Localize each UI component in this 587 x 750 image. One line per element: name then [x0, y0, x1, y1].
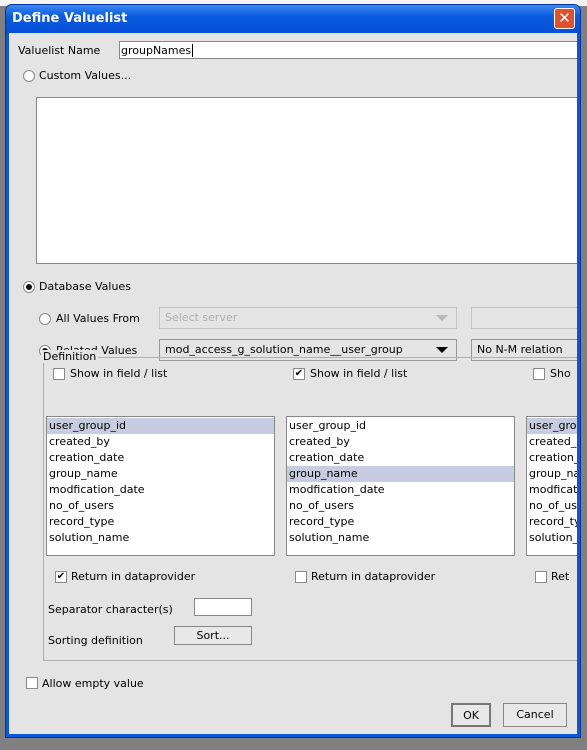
- return-in-dataprovider-checkbox[interactable]: [535, 571, 547, 583]
- show-in-field-checkbox[interactable]: [533, 368, 545, 380]
- show-in-field-label: Show in field / list: [70, 367, 168, 380]
- return-in-dataprovider-checkbox[interactable]: [295, 571, 307, 583]
- field-list-item[interactable]: no_of_users: [287, 498, 514, 514]
- show-in-field-label: Show in field / list: [310, 367, 408, 380]
- field-list-item[interactable]: user_group_id: [287, 418, 514, 434]
- return-in-dataprovider-label: Return in dataprovider: [71, 570, 196, 583]
- sort-button[interactable]: Sort...: [174, 626, 252, 645]
- field-list-item[interactable]: record_type: [287, 514, 514, 530]
- field-list-item[interactable]: group_name: [287, 466, 514, 482]
- field-list-item[interactable]: user_group_id: [47, 418, 274, 434]
- field-list[interactable]: user_group_id created_by creation_date grou…: [46, 416, 275, 556]
- title-bar: Define Valuelist ✕: [6, 5, 580, 33]
- field-list-item[interactable]: created_by: [287, 434, 514, 450]
- all-values-from-radio[interactable]: [39, 313, 51, 325]
- field-list-item[interactable]: group_name: [47, 466, 274, 482]
- return-in-dataprovider-checkbox[interactable]: ✔: [55, 571, 67, 583]
- custom-values-textarea[interactable]: [36, 97, 577, 264]
- return-in-dataprovider-label: Ret: [551, 570, 570, 583]
- define-valuelist-dialog: Define Valuelist ✕ Valuelist Name groupN…: [5, 4, 581, 738]
- field-list-item[interactable]: modfication: [527, 482, 577, 498]
- field-list[interactable]: user_group_id created_by creation_date grou…: [286, 416, 515, 556]
- table-select[interactable]: [471, 307, 577, 329]
- valuelist-name-label: Valuelist Name: [18, 44, 101, 57]
- separator-input[interactable]: [194, 598, 252, 616]
- field-list-item[interactable]: solution_na: [527, 530, 577, 546]
- dialog-title: Define Valuelist: [12, 11, 128, 26]
- close-icon[interactable]: ✕: [554, 8, 575, 29]
- field-list-item[interactable]: modfication_date: [47, 482, 274, 498]
- custom-values-label: Custom Values...: [39, 69, 132, 82]
- field-list-item[interactable]: user_group: [527, 418, 577, 434]
- field-list-item[interactable]: solution_name: [47, 530, 274, 546]
- field-list[interactable]: user_groupcreated_bycreation_dagroup_nam…: [526, 416, 577, 556]
- custom-values-radio[interactable]: [23, 70, 35, 82]
- database-values-radio[interactable]: [23, 281, 35, 293]
- cancel-button[interactable]: Cancel: [503, 703, 567, 727]
- return-in-dataprovider-label: Return in dataprovider: [311, 570, 436, 583]
- field-list-item[interactable]: record_typ: [527, 514, 577, 530]
- field-list-item[interactable]: created_by: [47, 434, 274, 450]
- field-list-item[interactable]: group_nam: [527, 466, 577, 482]
- field-list-item[interactable]: created_by: [527, 434, 577, 450]
- field-list-item[interactable]: record_type: [47, 514, 274, 530]
- dialog-body: Valuelist Name groupNames Custom Values.…: [9, 33, 577, 734]
- field-list-item[interactable]: creation_da: [527, 450, 577, 466]
- field-list-item[interactable]: no_of_use: [527, 498, 577, 514]
- field-list-item[interactable]: creation_date: [47, 450, 274, 466]
- field-list-item[interactable]: creation_date: [287, 450, 514, 466]
- server-select[interactable]: Select server: [159, 307, 457, 329]
- ok-button[interactable]: OK: [451, 703, 491, 727]
- show-in-field-checkbox[interactable]: [53, 368, 65, 380]
- allow-empty-label: Allow empty value: [42, 677, 144, 690]
- show-in-field-checkbox[interactable]: ✔: [293, 368, 305, 380]
- field-list-item[interactable]: no_of_users: [47, 498, 274, 514]
- show-in-field-label: Sho: [550, 367, 571, 380]
- field-list-item[interactable]: modfication_date: [287, 482, 514, 498]
- database-values-label: Database Values: [39, 280, 131, 293]
- separator-label: Separator character(s): [48, 603, 173, 616]
- all-values-from-label: All Values From: [56, 312, 140, 325]
- field-list-item[interactable]: solution_name: [287, 530, 514, 546]
- sorting-label: Sorting definition: [48, 634, 143, 647]
- valuelist-name-input[interactable]: groupNames: [119, 41, 577, 59]
- allow-empty-checkbox[interactable]: [26, 677, 38, 689]
- definition-legend: Definition: [41, 350, 99, 363]
